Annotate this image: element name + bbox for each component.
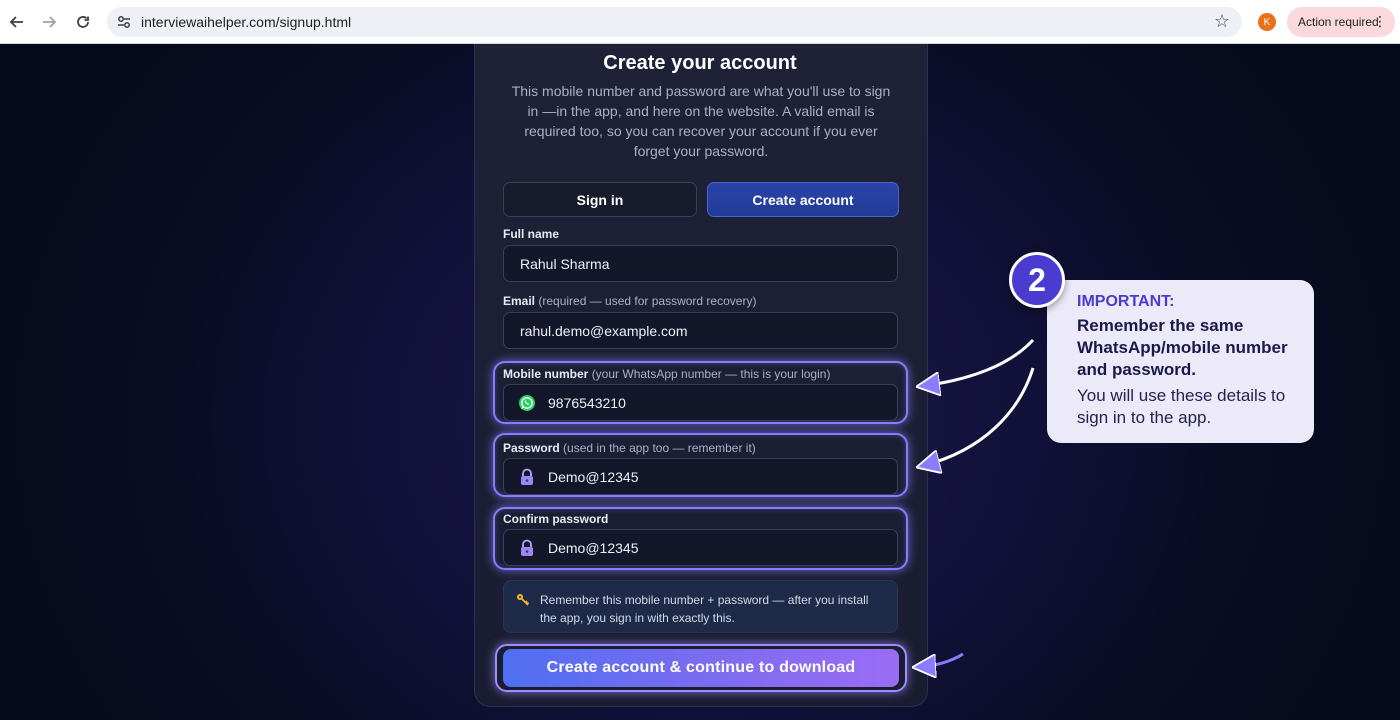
full-name-value: Rahul Sharma <box>520 255 610 272</box>
remember-note: Remember this mobile number + password —… <box>503 580 898 633</box>
lock-icon <box>518 539 536 557</box>
full-name-input[interactable]: Rahul Sharma <box>503 245 898 282</box>
callout-heading: IMPORTANT: <box>1077 293 1175 310</box>
important-callout: IMPORTANT: Remember the same WhatsApp/mo… <box>1047 280 1314 443</box>
whatsapp-icon <box>518 394 536 412</box>
tab-sign-in[interactable]: Sign in <box>503 182 697 217</box>
page-title: Create your account <box>603 52 797 74</box>
more-menu-icon[interactable]: ⋮ <box>1373 14 1387 28</box>
email-value: rahul.demo@example.com <box>520 322 688 339</box>
profile-avatar[interactable]: K <box>1258 13 1276 31</box>
site-settings-icon[interactable] <box>115 13 133 31</box>
browser-toolbar: interviewaihelper.com/signup.html ☆ K Ac… <box>0 0 1400 44</box>
password-input[interactable]: Demo@12345 <box>503 458 898 495</box>
address-bar[interactable]: interviewaihelper.com/signup.html ☆ <box>107 7 1242 37</box>
note-text: Remember this mobile number + password —… <box>540 593 869 625</box>
tab-create-account[interactable]: Create account <box>707 182 899 217</box>
mobile-number-value: 9876543210 <box>548 394 626 411</box>
back-arrow-icon[interactable] <box>5 10 29 34</box>
action-required-label: Action required <box>1298 15 1379 29</box>
full-name-label: Full name <box>503 227 560 241</box>
forward-arrow-icon[interactable] <box>37 10 61 34</box>
form-description: This mobile number and password are what… <box>511 83 891 159</box>
callout-bold-text: Remember the same WhatsApp/mobile number… <box>1077 316 1288 379</box>
mobile-number-input[interactable]: 9876543210 <box>503 384 898 421</box>
lock-icon <box>518 468 536 486</box>
arrow-to-password <box>922 367 1035 466</box>
callout-normal-text: You will use these details to sign in to… <box>1077 386 1286 427</box>
url-text[interactable]: interviewaihelper.com/signup.html <box>141 14 351 30</box>
email-label: Email (required — used for password reco… <box>503 294 757 308</box>
confirm-password-input[interactable]: Demo@12345 <box>503 529 898 566</box>
confirm-password-value: Demo@12345 <box>548 539 639 556</box>
password-label: Password (used in the app too — remember… <box>503 441 756 455</box>
bookmark-star-icon[interactable]: ☆ <box>1214 11 1230 32</box>
action-required-button[interactable]: Action required ⋮ <box>1287 7 1395 37</box>
step-badge: 2 <box>1009 252 1065 308</box>
arrow-to-mobile <box>922 338 1035 386</box>
mobile-label: Mobile number (your WhatsApp number — th… <box>503 367 831 381</box>
reload-icon[interactable] <box>71 10 95 34</box>
email-input[interactable]: rahul.demo@example.com <box>503 312 898 349</box>
password-value: Demo@12345 <box>548 468 639 485</box>
confirm-password-label: Confirm password <box>503 512 609 526</box>
key-icon <box>516 593 530 610</box>
create-account-button[interactable]: Create account & continue to download <box>503 649 899 687</box>
